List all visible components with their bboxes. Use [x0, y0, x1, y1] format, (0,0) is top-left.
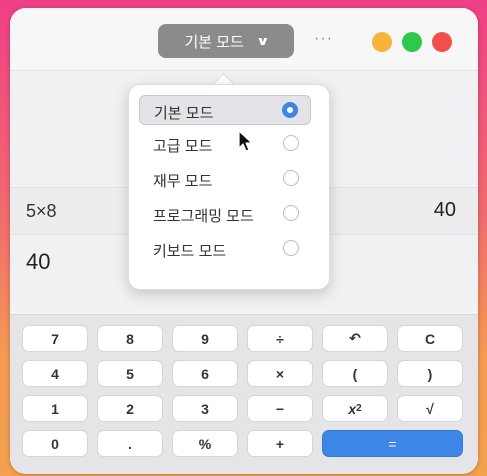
key-6[interactable]: 6: [172, 360, 238, 387]
key-minus[interactable]: −: [247, 395, 313, 422]
radio-icon: [283, 240, 299, 256]
minimize-button[interactable]: [372, 32, 392, 52]
key-sqrt[interactable]: √: [397, 395, 463, 422]
key-0[interactable]: 0: [22, 430, 88, 457]
key-square[interactable]: x2: [322, 395, 388, 422]
menu-item-finance-mode[interactable]: 재무 모드: [139, 164, 311, 194]
menu-item-label: 키보드 모드: [153, 243, 227, 260]
key-1[interactable]: 1: [22, 395, 88, 422]
close-button[interactable]: [432, 32, 452, 52]
square-key-exponent: 2: [356, 403, 362, 414]
menu-item-basic-mode[interactable]: 기본 모드: [139, 95, 311, 125]
titlebar: 기본 모드 ∨ ···: [10, 8, 478, 71]
menu-item-label: 기본 모드: [154, 105, 214, 122]
key-8[interactable]: 8: [97, 325, 163, 352]
key-4[interactable]: 4: [22, 360, 88, 387]
key-divide[interactable]: ÷: [247, 325, 313, 352]
menu-item-label: 프로그래밍 모드: [153, 208, 254, 225]
menu-item-advanced-mode[interactable]: 고급 모드: [139, 129, 311, 159]
key-2[interactable]: 2: [97, 395, 163, 422]
key-decimal[interactable]: .: [97, 430, 163, 457]
mouse-cursor-icon: [238, 130, 253, 152]
history-expression: 5×8: [26, 201, 57, 221]
more-icon[interactable]: ···: [314, 30, 333, 48]
radio-icon: [283, 170, 299, 186]
menu-item-keyboard-mode[interactable]: 키보드 모드: [139, 234, 311, 264]
key-equals[interactable]: =: [322, 430, 463, 457]
square-key-label: x: [348, 400, 357, 417]
mode-menu-popover: 기본 모드 고급 모드 재무 모드 프로그래밍 모드 키보드 모드: [128, 84, 330, 290]
radio-icon: [283, 205, 299, 221]
key-7[interactable]: 7: [22, 325, 88, 352]
history-result: 40: [433, 199, 456, 221]
chevron-down-icon: ∨: [255, 34, 270, 48]
mode-selector-label: 기본 모드: [184, 33, 244, 51]
menu-item-label: 재무 모드: [153, 173, 213, 190]
undo-key[interactable]: ↶: [322, 325, 388, 352]
radio-icon: [283, 135, 299, 151]
menu-item-programming-mode[interactable]: 프로그래밍 모드: [139, 199, 311, 229]
key-9[interactable]: 9: [172, 325, 238, 352]
key-plus[interactable]: +: [247, 430, 313, 457]
key-clear[interactable]: C: [397, 325, 463, 352]
keypad: 7 8 9 ÷ ↶ C 4 5 6 × ( ) 1 2 3 − x2 √ 0 .…: [10, 314, 478, 474]
calculator-window: 기본 모드 ∨ ··· 5×8 40 40 7 8 9 ÷ ↶ C 4 5 6 …: [10, 8, 478, 474]
mode-selector-button[interactable]: 기본 모드 ∨: [158, 24, 294, 58]
zoom-button[interactable]: [402, 32, 422, 52]
key-percent[interactable]: %: [172, 430, 238, 457]
menu-item-label: 고급 모드: [153, 138, 213, 155]
key-3[interactable]: 3: [172, 395, 238, 422]
key-close-paren[interactable]: ): [397, 360, 463, 387]
key-multiply[interactable]: ×: [247, 360, 313, 387]
key-5[interactable]: 5: [97, 360, 163, 387]
current-value: 40: [26, 249, 51, 274]
key-open-paren[interactable]: (: [322, 360, 388, 387]
radio-selected-icon: [282, 102, 298, 118]
